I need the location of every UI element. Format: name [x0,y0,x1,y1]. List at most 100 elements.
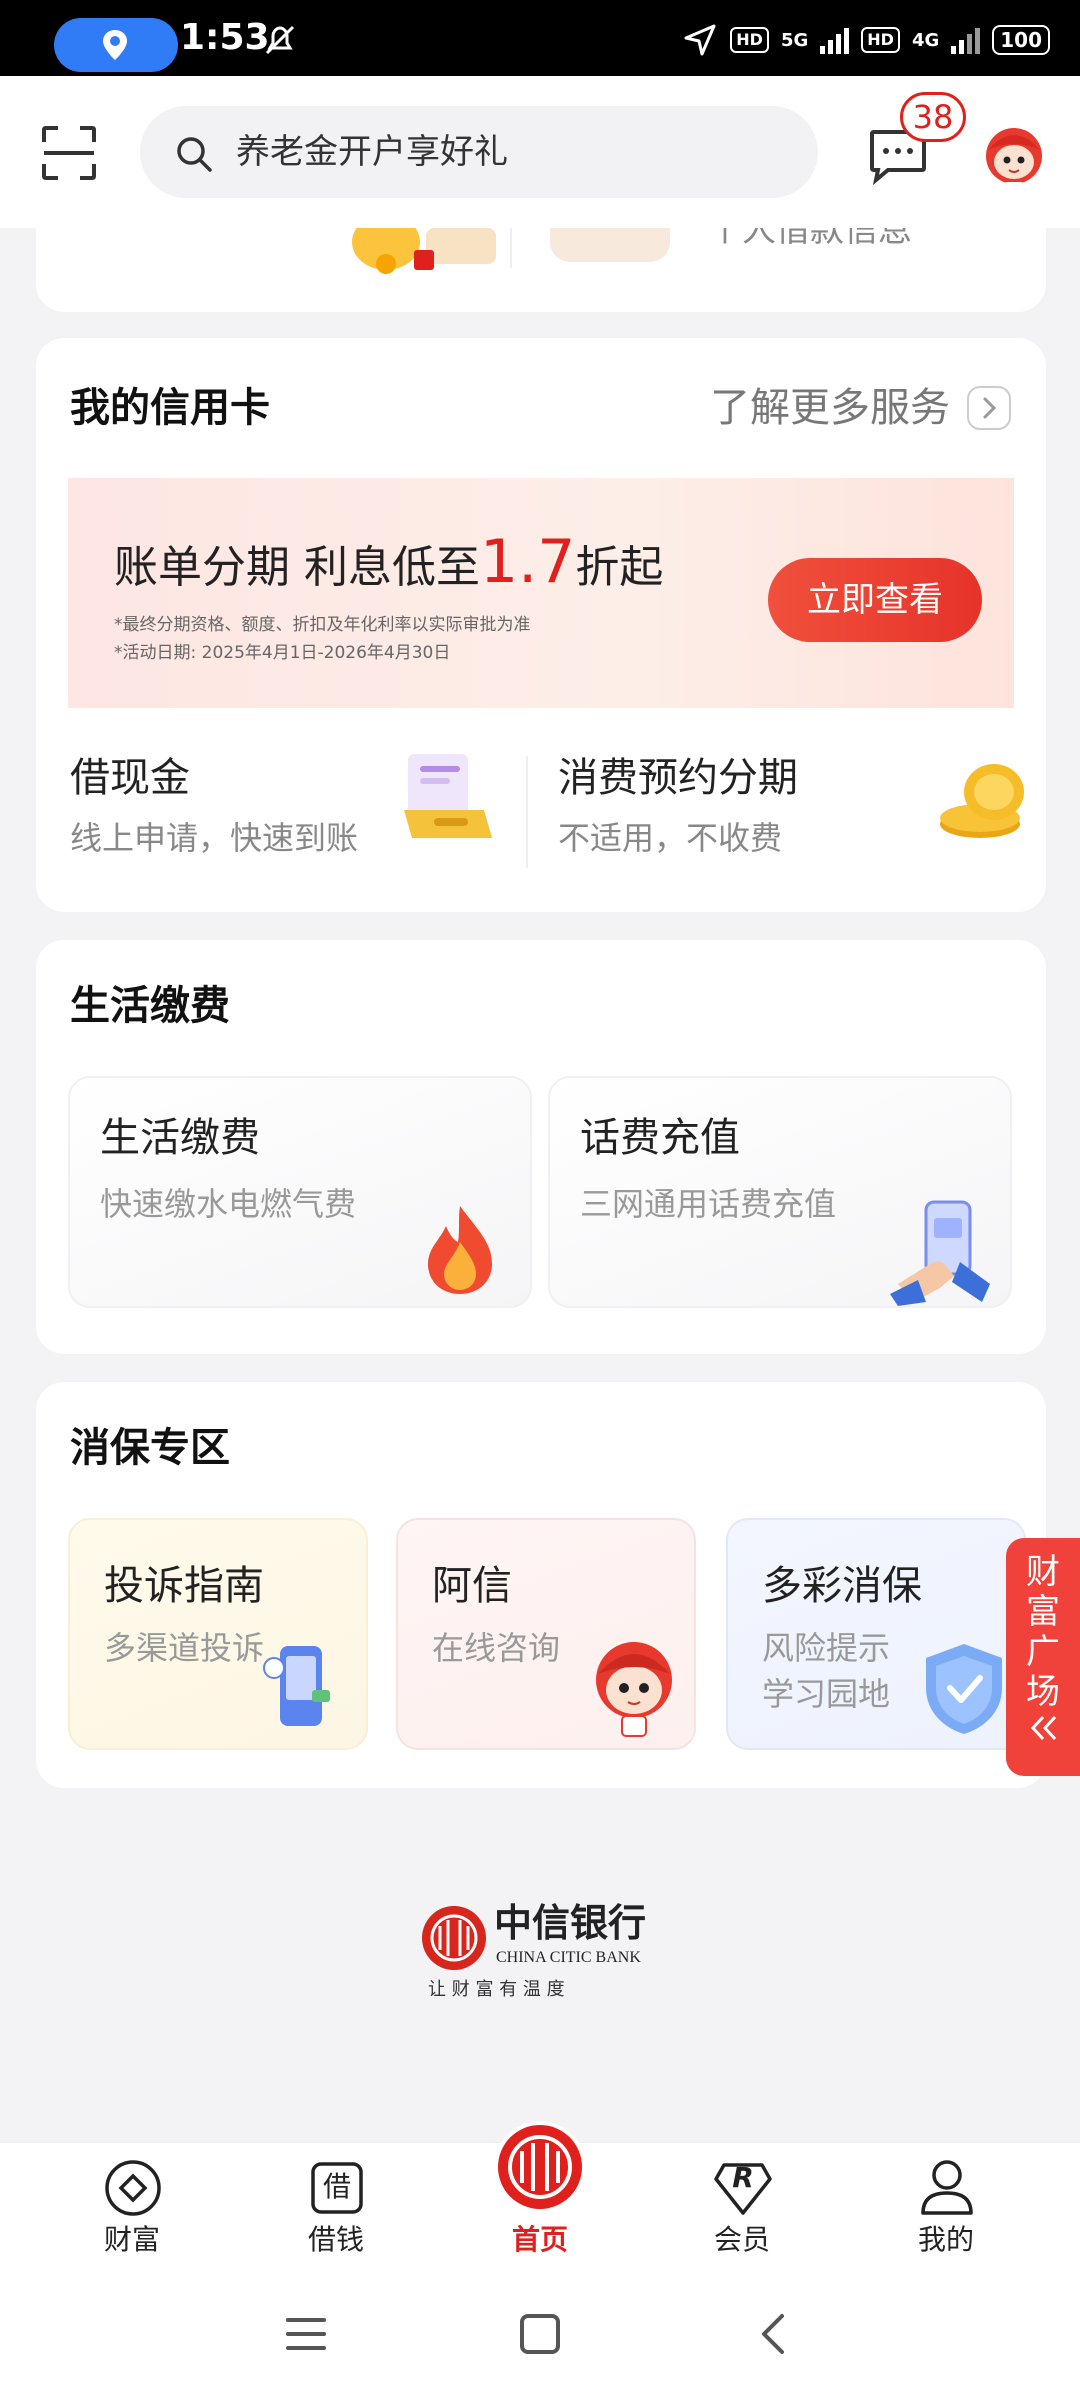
phone-recharge-tile[interactable]: 话费充值 三网通用话费充值 [548,1076,1012,1308]
promo-note-2: *活动日期: 2025年4月1日-2026年4月30日 [114,643,451,663]
message-count-badge: 38 [900,92,966,142]
nav-label-home: 首页 [511,2223,568,2256]
promo-text-before: 账单分期 利息低至 [114,542,480,593]
hd-badge-2: HD [861,27,900,53]
axin-title: 阿信 [432,1563,512,1609]
top-header: 养老金开户享好礼 38 [0,76,1080,228]
side-char-4: 场 [1026,1672,1060,1712]
wealth-diamond-icon [105,2160,161,2216]
consumer-protection-section: 消保专区 投诉指南 多渠道投诉 阿信 在线咨询 多彩消保 风险提示 学习园地 [36,1382,1046,1788]
utility-payment-tile[interactable]: 生活缴费 快速缴水电燃气费 [68,1076,532,1308]
status-right-icons: HD 5G HD 4G 100 [682,20,1050,60]
gold-coins-icon [940,764,1024,838]
menu-icon[interactable] [284,2314,328,2354]
nav-label-wealth: 财富 [103,2223,160,2256]
network-4g-label: 4G [911,29,940,51]
colorful-protection-tile[interactable]: 多彩消保 风险提示 学习园地 [726,1518,1026,1750]
installment-title: 消费预约分期 [558,755,798,801]
status-time: 1:53 [180,17,270,58]
phone-chat-icon [263,1646,330,1726]
home-square-icon[interactable] [518,2312,562,2356]
partial-top-card: 个人借款信息 [36,228,1046,312]
consumption-installment-entry[interactable]: 消费预约分期 不适用，不收费 [536,738,1046,878]
promo-text-after: 折起 [575,542,664,593]
shield-check-icon [926,1644,1002,1734]
bank-name-en: CHINA CITIC BANK [496,1949,641,1966]
colorful-protection-title: 多彩消保 [762,1563,922,1609]
utility-payment-title: 生活缴费 [100,1115,260,1161]
signal-4g-icon [951,26,981,54]
search-placeholder: 养老金开户享好礼 [236,132,508,172]
more-services-label: 了解更多服务 [710,385,950,431]
nav-label-member: 会员 [713,2223,770,2256]
back-icon[interactable] [756,2310,790,2358]
navigation-arrow-icon [684,24,716,56]
nav-label-borrow: 借钱 [307,2223,364,2256]
consumer-protection-title: 消保专区 [70,1425,230,1471]
side-char-1: 财 [1026,1552,1060,1592]
borrow-cash-title: 借现金 [70,755,190,801]
battery-indicator: 100 [992,25,1050,55]
flame-icon [428,1206,492,1294]
borrow-icon-char: 借 [322,2170,351,2203]
colorful-protection-subtitle-1: 风险提示 [762,1629,891,1667]
complaint-guide-tile[interactable]: 投诉指南 多渠道投诉 [68,1518,368,1750]
bank-name-cn: 中信银行 [494,1900,647,1945]
person-icon [921,2160,973,2215]
view-now-button[interactable]: 立即查看 [768,558,982,642]
life-payment-title: 生活缴费 [70,983,230,1029]
utility-payment-subtitle: 快速缴水电燃气费 [100,1185,357,1223]
search-icon [177,137,212,172]
complaint-guide-subtitle: 多渠道投诉 [104,1629,265,1667]
borrow-cash-subtitle: 线上申请，快速到账 [70,819,359,857]
system-navigation-bar [0,2272,1080,2400]
nav-item-mine[interactable]: 我的 [876,2143,1016,2273]
bell-muted-icon [265,25,295,55]
promo-rate-number: 1.7 [480,527,576,597]
member-icon-char: R [732,2161,754,2194]
search-bar[interactable]: 养老金开户享好礼 [140,106,818,198]
promo-note-1: *最终分期资格、额度、折扣及年化利率以实际审批为准 [114,615,531,635]
double-chevron-left-icon [1030,1715,1057,1741]
installment-promo-banner[interactable]: 账单分期 利息低至1.7折起 *最终分期资格、额度、折扣及年化利率以实际审批为准… [68,478,1014,708]
complaint-guide-title: 投诉指南 [104,1563,264,1609]
mascot-avatar[interactable] [974,114,1054,194]
axin-consult-tile[interactable]: 阿信 在线咨询 [396,1518,696,1750]
life-payment-section: 生活缴费 生活缴费 快速缴水电燃气费 话费充值 三网通用话费充值 [36,940,1046,1354]
mascot-icon [596,1642,672,1737]
coin-bag-illustration [352,228,496,274]
partial-icon [550,228,670,262]
credit-card-title: 我的信用卡 [70,385,270,431]
more-services-link[interactable]: 了解更多服务 [710,380,1012,436]
nav-item-home[interactable]: 首页 [470,2121,610,2273]
bank-slogan: 让 财 富 有 温 度 [428,1979,565,2000]
nav-item-borrow[interactable]: 借 借钱 [266,2143,406,2273]
bank-brand-logo: 中信银行 CHINA CITIC BANK 让 财 富 有 温 度 [420,1898,680,2008]
scan-icon[interactable] [40,124,98,182]
nav-label-mine: 我的 [917,2223,974,2256]
credit-card-section: 我的信用卡 了解更多服务 账单分期 利息低至1.7折起 *最终分期资格、额度、折… [36,338,1046,912]
phone-in-hand-icon [890,1200,990,1306]
citic-home-icon [494,2121,586,2213]
nav-item-member[interactable]: R 会员 [672,2143,812,2273]
network-5g-label: 5G [780,29,809,51]
status-bar: 1:53 HD 5G HD 4G 100 [0,0,1080,76]
signal-5g-icon [820,26,850,54]
location-pin-icon [103,30,127,60]
side-char-3: 广 [1026,1632,1060,1672]
chevron-right-icon [967,386,1011,430]
location-pill [54,18,178,72]
colorful-protection-subtitle-2: 学习园地 [762,1675,891,1713]
citic-logo-icon [422,1906,486,1970]
installment-subtitle: 不适用，不收费 [558,819,783,857]
partial-top-text: 个人借款信息 [708,228,912,250]
phone-recharge-subtitle: 三网通用话费充值 [580,1185,837,1223]
cash-box-icon [404,754,492,838]
phone-recharge-title: 话费充值 [580,1115,740,1161]
borrow-cash-entry[interactable]: 借现金 线上申请，快速到账 [36,738,526,878]
promo-headline: 账单分期 利息低至1.7折起 [114,532,663,598]
wealth-plaza-float-button[interactable]: 财 富 广 场 [1006,1538,1080,1776]
hd-badge: HD [730,27,769,53]
nav-item-wealth[interactable]: 财富 [62,2143,202,2273]
side-char-2: 富 [1026,1592,1060,1632]
